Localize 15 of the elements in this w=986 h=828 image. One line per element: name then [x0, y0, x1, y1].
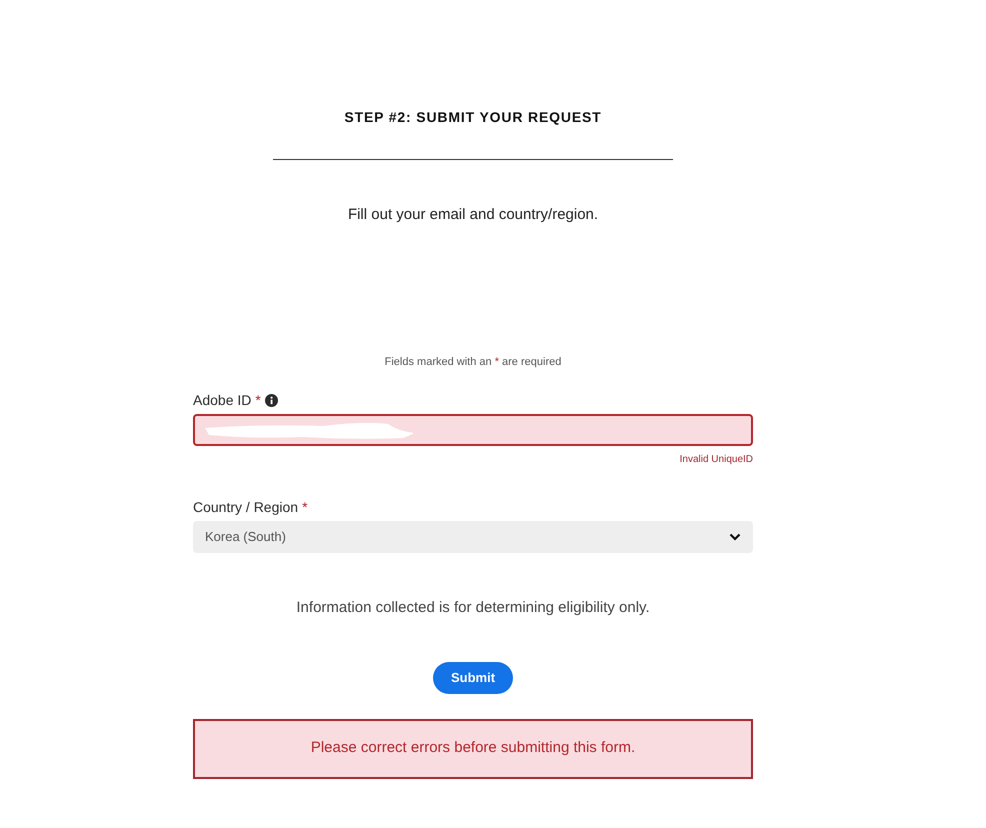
- required-asterisk: *: [302, 498, 308, 517]
- chevron-down-icon: [729, 533, 741, 541]
- error-message: Invalid UniqueID: [680, 453, 753, 467]
- step-heading: STEP #2: SUBMIT YOUR REQUEST: [344, 108, 602, 127]
- required-note: Fields marked with an * are required: [384, 354, 562, 370]
- info-text: Information collected is for determining eligibility only.: [296, 598, 650, 618]
- field-label: Country / Region: [193, 498, 298, 517]
- submit-button[interactable]: Submit: [433, 662, 513, 694]
- subtitle: Fill out your email and country/region.: [348, 205, 598, 225]
- field-label: Adobe ID: [193, 391, 252, 410]
- info-icon[interactable]: [264, 394, 278, 407]
- error-banner-text: Please correct errors before submitting this form.: [310, 738, 636, 758]
- country-select[interactable]: Korea (South): [193, 521, 753, 553]
- adobe-id-field[interactable]: [193, 414, 753, 446]
- required-asterisk: *: [255, 391, 261, 410]
